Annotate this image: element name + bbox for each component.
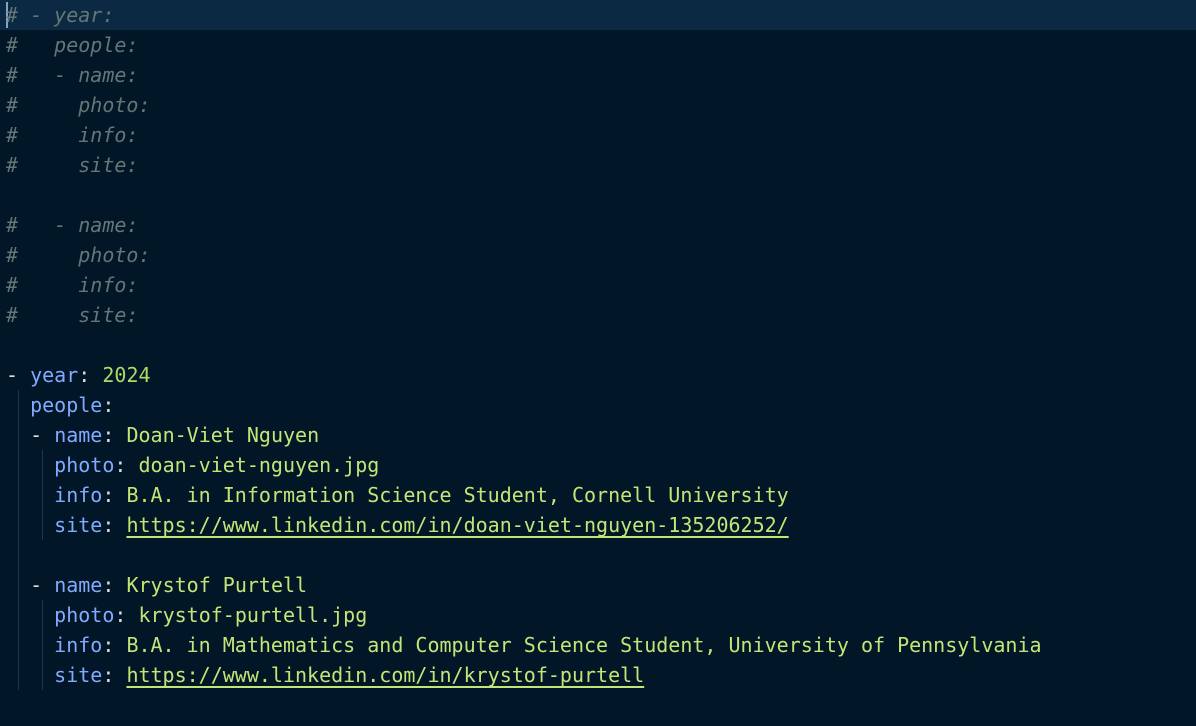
code-line-14[interactable]: people: <box>0 390 1196 420</box>
yaml-key-name: name <box>54 573 103 597</box>
yaml-key-year: year <box>30 363 79 387</box>
yaml-key-info: info <box>54 483 103 507</box>
yaml-key-people: people <box>30 393 103 417</box>
code-line-10[interactable]: # info: <box>0 270 1196 300</box>
code-line-20[interactable]: - name: Krystof Purtell <box>0 570 1196 600</box>
person-photo: krystof-purtell.jpg <box>138 603 368 627</box>
code-line-17[interactable]: info: B.A. in Information Science Studen… <box>0 480 1196 510</box>
yaml-key-photo: photo <box>54 603 115 627</box>
yaml-key-photo: photo <box>54 453 115 477</box>
comment-line: # photo: <box>6 243 151 267</box>
person-photo: doan-viet-nguyen.jpg <box>138 453 380 477</box>
code-line-7[interactable] <box>0 180 1196 210</box>
list-dash: - <box>30 573 43 597</box>
code-line-5[interactable]: # info: <box>0 120 1196 150</box>
code-line-21[interactable]: photo: krystof-purtell.jpg <box>0 600 1196 630</box>
code-line-24[interactable] <box>0 690 1196 720</box>
code-line-2[interactable]: # people: <box>0 30 1196 60</box>
list-dash: - <box>6 363 19 387</box>
yaml-key-site: site <box>54 513 103 537</box>
code-line-11[interactable]: # site: <box>0 300 1196 330</box>
comment-line: # info: <box>6 273 139 297</box>
comment-line: # - name: <box>6 213 139 237</box>
yaml-key-site: site <box>54 663 103 687</box>
code-line-8[interactable]: # - name: <box>0 210 1196 240</box>
code-line-23[interactable]: site: https://www.linkedin.com/in/krysto… <box>0 660 1196 690</box>
person-name: Krystof Purtell <box>126 573 308 597</box>
code-line-15[interactable]: - name: Doan-Viet Nguyen <box>0 420 1196 450</box>
code-line-13[interactable]: - year: 2024 <box>0 360 1196 390</box>
code-editor[interactable]: # - year: # people: # - name: # photo: #… <box>0 0 1196 726</box>
comment-line: # site: <box>6 153 139 177</box>
code-line-3[interactable]: # - name: <box>0 60 1196 90</box>
code-line-19[interactable] <box>0 540 1196 570</box>
person-site-link[interactable]: https://www.linkedin.com/in/doan-viet-ng… <box>126 513 788 537</box>
code-line-9[interactable]: # photo: <box>0 240 1196 270</box>
person-name: Doan-Viet Nguyen <box>126 423 320 447</box>
code-line-22[interactable]: info: B.A. in Mathematics and Computer S… <box>0 630 1196 660</box>
comment-line: # people: <box>6 33 139 57</box>
comment-line: # photo: <box>6 93 151 117</box>
yaml-key-info: info <box>54 633 103 657</box>
list-dash: - <box>30 423 43 447</box>
year-value: 2024 <box>102 363 151 387</box>
code-line-18[interactable]: site: https://www.linkedin.com/in/doan-v… <box>0 510 1196 540</box>
code-line-6[interactable]: # site: <box>0 150 1196 180</box>
person-info: B.A. in Information Science Student, Cor… <box>126 483 789 507</box>
comment-line: # info: <box>6 123 139 147</box>
comment-line: # site: <box>6 303 139 327</box>
yaml-key-name: name <box>54 423 103 447</box>
code-line-12[interactable] <box>0 330 1196 360</box>
code-line-16[interactable]: photo: doan-viet-nguyen.jpg <box>0 450 1196 480</box>
person-info: B.A. in Mathematics and Computer Science… <box>126 633 1042 657</box>
comment-line: # - year: <box>6 3 115 27</box>
code-line-4[interactable]: # photo: <box>0 90 1196 120</box>
code-line-1[interactable]: # - year: <box>0 0 1196 30</box>
comment-line: # - name: <box>6 63 139 87</box>
person-site-link[interactable]: https://www.linkedin.com/in/krystof-purt… <box>126 663 644 687</box>
